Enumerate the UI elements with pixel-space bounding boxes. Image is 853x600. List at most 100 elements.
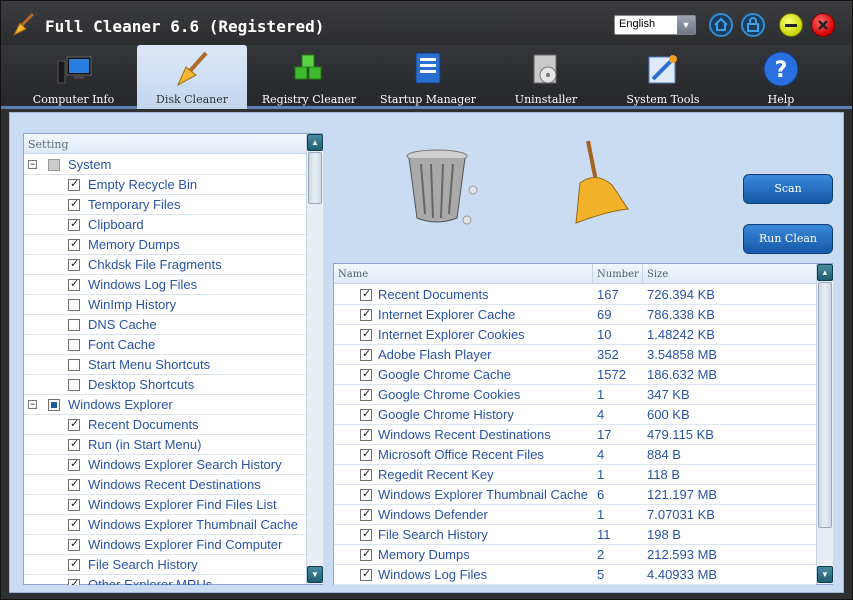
close-button[interactable] bbox=[811, 13, 835, 37]
table-row[interactable]: Windows Explorer Thumbnail Cache 6 121.197… bbox=[334, 485, 816, 505]
language-select[interactable]: English ▼ bbox=[614, 15, 696, 35]
column-size[interactable]: Size bbox=[643, 264, 816, 284]
run-clean-button[interactable]: Run Clean bbox=[743, 224, 833, 254]
table-row[interactable]: Adobe Flash Player 352 3.54858 MB bbox=[334, 345, 816, 365]
settings-item[interactable]: DNS Cache bbox=[24, 315, 306, 335]
item-checkbox[interactable] bbox=[68, 497, 80, 511]
row-checkbox[interactable] bbox=[360, 387, 372, 401]
row-checkbox[interactable] bbox=[360, 487, 372, 501]
table-row[interactable]: Windows Recent Destinations 17 479.115 KB bbox=[334, 425, 816, 445]
tab-registry-cleaner[interactable]: Registry Cleaner bbox=[253, 45, 365, 109]
row-checkbox[interactable] bbox=[360, 327, 372, 341]
settings-item[interactable]: Memory Dumps bbox=[24, 235, 306, 255]
row-checkbox[interactable] bbox=[360, 567, 372, 581]
scroll-down-button[interactable]: ▼ bbox=[817, 566, 833, 583]
settings-item[interactable]: Font Cache bbox=[24, 335, 306, 355]
settings-item[interactable]: Windows Explorer Find Files List bbox=[24, 495, 306, 515]
group-checkbox[interactable] bbox=[48, 159, 60, 171]
item-checkbox[interactable] bbox=[68, 379, 80, 391]
scroll-down-button[interactable]: ▼ bbox=[307, 566, 323, 583]
table-row[interactable]: Memory Dumps 2 212.593 MB bbox=[334, 545, 816, 565]
row-checkbox[interactable] bbox=[360, 507, 372, 521]
table-row[interactable]: Internet Explorer Cookies 10 1.48242 KB bbox=[334, 325, 816, 345]
tab-startup-manager[interactable]: Startup Manager bbox=[374, 45, 482, 109]
table-row[interactable]: Windows Log Files 5 4.40933 MB bbox=[334, 565, 816, 585]
row-checkbox[interactable] bbox=[360, 347, 372, 361]
item-checkbox[interactable] bbox=[68, 437, 80, 451]
item-checkbox[interactable] bbox=[68, 339, 80, 351]
tab-disk-cleaner[interactable]: Disk Cleaner bbox=[137, 45, 247, 109]
tab-computer-info[interactable]: Computer Info bbox=[21, 45, 126, 109]
settings-item[interactable]: WinImp History bbox=[24, 295, 306, 315]
collapse-icon[interactable]: − bbox=[28, 400, 37, 409]
settings-item[interactable]: Windows Explorer Search History bbox=[24, 455, 306, 475]
tab-help[interactable]: ? Help bbox=[746, 45, 816, 109]
scroll-thumb[interactable] bbox=[308, 152, 322, 204]
row-checkbox[interactable] bbox=[360, 367, 372, 381]
scan-button[interactable]: Scan bbox=[743, 174, 833, 204]
row-checkbox[interactable] bbox=[360, 427, 372, 441]
scroll-up-button[interactable]: ▲ bbox=[817, 264, 833, 281]
settings-item[interactable]: Windows Explorer Thumbnail Cache bbox=[24, 515, 306, 535]
item-checkbox[interactable] bbox=[68, 577, 80, 585]
table-row[interactable]: Internet Explorer Cache 69 786.338 KB bbox=[334, 305, 816, 325]
settings-item[interactable]: Run (in Start Menu) bbox=[24, 435, 306, 455]
table-row[interactable]: Regedit Recent Key 1 118 B bbox=[334, 465, 816, 485]
lock-button[interactable] bbox=[741, 13, 765, 37]
row-checkbox[interactable] bbox=[360, 287, 372, 301]
minimize-button[interactable] bbox=[779, 13, 803, 37]
settings-item[interactable]: Clipboard bbox=[24, 215, 306, 235]
tab-uninstaller[interactable]: Uninstaller bbox=[496, 45, 596, 109]
item-checkbox[interactable] bbox=[68, 557, 80, 571]
settings-item[interactable]: Windows Explorer Find Computer bbox=[24, 535, 306, 555]
settings-scrollbar[interactable]: ▲ ▼ bbox=[306, 134, 323, 584]
settings-item[interactable]: Windows Recent Destinations bbox=[24, 475, 306, 495]
item-checkbox[interactable] bbox=[68, 359, 80, 371]
settings-item[interactable]: Other Explorer MRUs bbox=[24, 575, 306, 585]
group-checkbox[interactable] bbox=[48, 399, 60, 411]
item-checkbox[interactable] bbox=[68, 299, 80, 311]
item-checkbox[interactable] bbox=[68, 177, 80, 191]
settings-group[interactable]: − System bbox=[24, 155, 306, 175]
table-row[interactable]: Windows Defender 1 7.07031 KB bbox=[334, 505, 816, 525]
settings-item[interactable]: Empty Recycle Bin bbox=[24, 175, 306, 195]
collapse-icon[interactable]: − bbox=[28, 160, 37, 169]
settings-item[interactable]: Windows Log Files bbox=[24, 275, 306, 295]
item-checkbox[interactable] bbox=[68, 477, 80, 491]
item-checkbox[interactable] bbox=[68, 457, 80, 471]
row-checkbox[interactable] bbox=[360, 467, 372, 481]
settings-item[interactable]: Desktop Shortcuts bbox=[24, 375, 306, 395]
settings-item[interactable]: Start Menu Shortcuts bbox=[24, 355, 306, 375]
row-checkbox[interactable] bbox=[360, 407, 372, 421]
scroll-up-button[interactable]: ▲ bbox=[307, 134, 323, 151]
settings-group[interactable]: − Windows Explorer bbox=[24, 395, 306, 415]
item-checkbox[interactable] bbox=[68, 237, 80, 251]
item-checkbox[interactable] bbox=[68, 417, 80, 431]
table-row[interactable]: Recent Documents 167 726.394 KB bbox=[334, 285, 816, 305]
settings-item[interactable]: File Search History bbox=[24, 555, 306, 575]
item-checkbox[interactable] bbox=[68, 537, 80, 551]
settings-item[interactable]: Chkdsk File Fragments bbox=[24, 255, 306, 275]
settings-item[interactable]: Temporary Files bbox=[24, 195, 306, 215]
row-checkbox[interactable] bbox=[360, 527, 372, 541]
row-checkbox[interactable] bbox=[360, 307, 372, 321]
table-row[interactable]: Microsoft Office Recent Files 4 884 B bbox=[334, 445, 816, 465]
settings-item[interactable]: Recent Documents bbox=[24, 415, 306, 435]
item-checkbox[interactable] bbox=[68, 277, 80, 291]
table-row[interactable]: Google Chrome Cache 1572 186.632 MB bbox=[334, 365, 816, 385]
table-row[interactable]: File Search History 11 198 B bbox=[334, 525, 816, 545]
results-scrollbar[interactable]: ▲ ▼ bbox=[816, 264, 833, 584]
item-checkbox[interactable] bbox=[68, 257, 80, 271]
row-checkbox[interactable] bbox=[360, 447, 372, 461]
column-name[interactable]: Name bbox=[334, 264, 593, 284]
row-checkbox[interactable] bbox=[360, 547, 372, 561]
tab-system-tools[interactable]: System Tools bbox=[613, 45, 713, 109]
table-row[interactable]: Google Chrome Cookies 1 347 KB bbox=[334, 385, 816, 405]
home-button[interactable] bbox=[709, 13, 733, 37]
table-row[interactable]: Google Chrome History 4 600 KB bbox=[334, 405, 816, 425]
item-checkbox[interactable] bbox=[68, 197, 80, 211]
scroll-thumb[interactable] bbox=[818, 282, 832, 528]
item-checkbox[interactable] bbox=[68, 217, 80, 231]
item-checkbox[interactable] bbox=[68, 517, 80, 531]
column-number[interactable]: Number bbox=[593, 264, 643, 284]
